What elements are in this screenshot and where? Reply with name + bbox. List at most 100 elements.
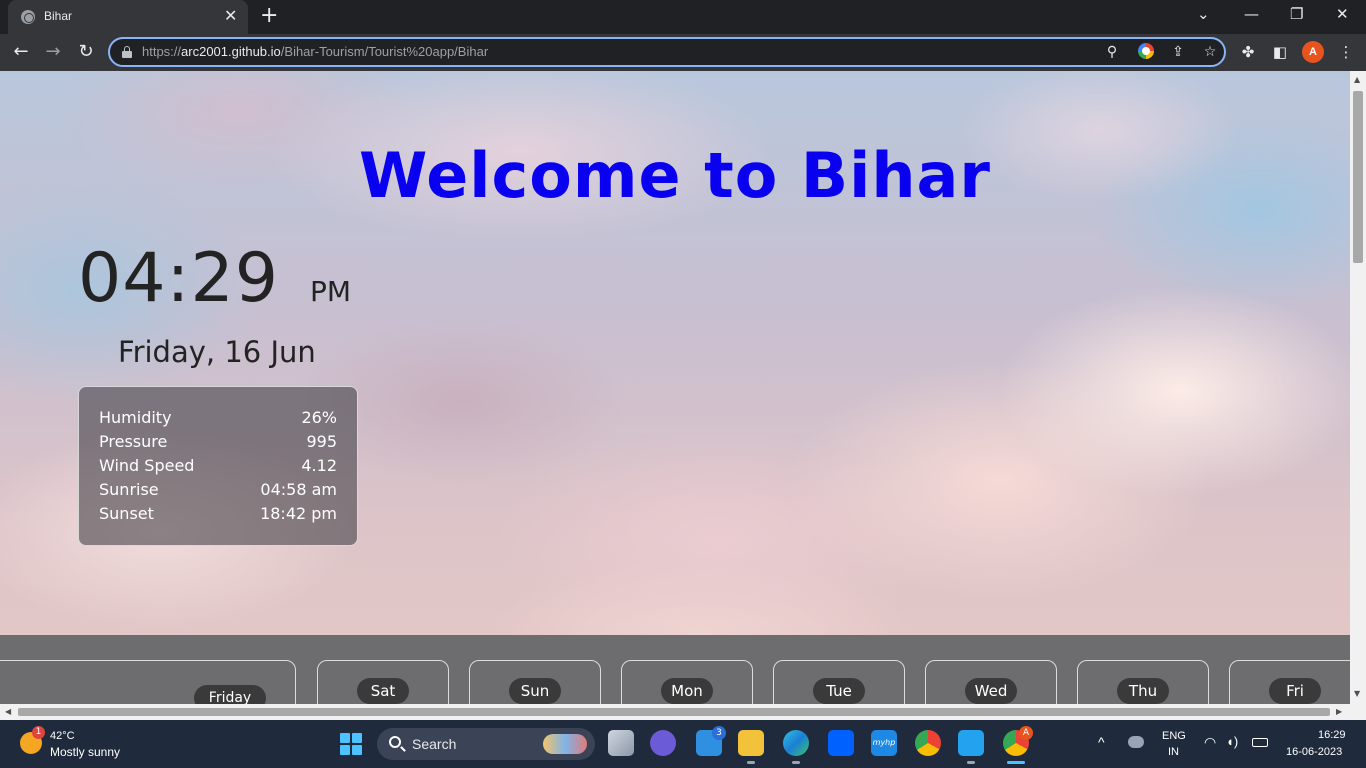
- forecast-day-label: Sat: [357, 678, 409, 704]
- location-icon[interactable]: ⚲: [1102, 42, 1122, 62]
- page-viewport: Welcome to Bihar 04:29 PM Friday, 16 Jun…: [0, 71, 1350, 704]
- battery-icon[interactable]: [1252, 738, 1268, 747]
- taskbar-search[interactable]: Search: [377, 728, 595, 760]
- tab-bihar[interactable]: Bihar ✕: [8, 0, 248, 34]
- forecast-card[interactable]: Tue: [773, 660, 905, 704]
- forecast-day-label: Friday: [194, 685, 266, 704]
- tab-strip: Bihar ✕ + ⌄ — ❐ ✕: [0, 0, 1366, 34]
- chat-icon[interactable]: [650, 730, 676, 756]
- volume-icon[interactable]: ◖): [1226, 734, 1238, 749]
- browser-toolbar: ← → ↻ https://arc2001.github.io/Bihar-To…: [0, 34, 1366, 71]
- wifi-icon[interactable]: ◠: [1204, 734, 1216, 751]
- weather-label: Wind Speed: [99, 456, 195, 475]
- profile-avatar[interactable]: A: [1302, 41, 1324, 63]
- chrome-profile-icon[interactable]: A: [1003, 726, 1033, 764]
- weather-value: 995: [306, 432, 337, 451]
- forward-icon[interactable]: →: [42, 41, 64, 63]
- close-window-icon[interactable]: ✕: [1336, 4, 1349, 24]
- dropbox-icon[interactable]: [828, 730, 854, 756]
- forecast-strip: Friday Sat Sun Mon Tue Wed Thu Fri: [0, 635, 1350, 704]
- side-panel-icon[interactable]: ◧: [1270, 42, 1290, 62]
- chrome-profile-badge: A: [1019, 726, 1033, 740]
- scroll-right-icon[interactable]: ▶: [1336, 707, 1342, 716]
- weather-value: 18:42 pm: [260, 504, 337, 523]
- horizontal-scrollbar[interactable]: ◀ ▶: [0, 704, 1366, 720]
- myhp-icon[interactable]: myhp: [871, 730, 897, 756]
- file-explorer-icon[interactable]: [738, 730, 764, 764]
- forecast-day-label: Thu: [1117, 678, 1169, 704]
- weather-row-sunset: Sunset 18:42 pm: [99, 503, 337, 527]
- weather-value: 4.12: [301, 456, 337, 475]
- scroll-down-icon[interactable]: ▼: [1354, 689, 1360, 698]
- weather-details-card: Humidity 26% Pressure 995 Wind Speed 4.1…: [78, 386, 358, 546]
- mail-badge: 3: [712, 726, 726, 740]
- close-tab-icon[interactable]: ✕: [224, 7, 237, 25]
- show-hidden-icons[interactable]: ^: [1098, 734, 1105, 750]
- taskbar-temperature: 42°C: [50, 730, 75, 742]
- forecast-card[interactable]: Fri: [1229, 660, 1350, 704]
- share-icon[interactable]: ⇪: [1168, 42, 1188, 62]
- vertical-scroll-thumb[interactable]: [1353, 91, 1363, 263]
- horizontal-scroll-thumb[interactable]: [18, 708, 1330, 716]
- clock-ampm: PM: [310, 275, 352, 308]
- globe-icon: [21, 10, 35, 24]
- search-highlight-icon: [543, 734, 587, 754]
- forecast-card[interactable]: Sun: [469, 660, 601, 704]
- weather-row-wind-speed: Wind Speed 4.12: [99, 455, 337, 479]
- taskbar-clock-time[interactable]: 16:29: [1318, 729, 1346, 741]
- search-label: Search: [412, 736, 457, 752]
- scroll-up-icon[interactable]: ▲: [1354, 75, 1360, 84]
- language-indicator[interactable]: ENG: [1162, 730, 1186, 742]
- taskbar-clock-date[interactable]: 16-06-2023: [1286, 746, 1342, 758]
- forecast-card[interactable]: Thu: [1077, 660, 1209, 704]
- weather-value: 04:58 am: [260, 480, 337, 499]
- clock-time: 04:29: [78, 239, 279, 318]
- extensions-icon[interactable]: ✤: [1238, 42, 1258, 62]
- weather-row-sunrise: Sunrise 04:58 am: [99, 479, 337, 503]
- google-icon[interactable]: [1138, 43, 1154, 59]
- notification-badge: 1: [32, 726, 45, 739]
- forecast-card[interactable]: Wed: [925, 660, 1057, 704]
- weather-row-pressure: Pressure 995: [99, 431, 337, 455]
- onedrive-icon[interactable]: [1128, 736, 1144, 748]
- weather-value: 26%: [301, 408, 337, 427]
- taskbar: 1 42°C Mostly sunny Search 3 myhp A ^ EN…: [0, 720, 1366, 768]
- url-text[interactable]: https://arc2001.github.io/Bihar-Tourism/…: [142, 44, 488, 59]
- scroll-left-icon[interactable]: ◀: [5, 707, 11, 716]
- reload-icon[interactable]: ↻: [75, 41, 97, 63]
- edge-icon[interactable]: [783, 730, 809, 764]
- current-date: Friday, 16 Jun: [118, 335, 316, 369]
- weather-label: Sunset: [99, 504, 154, 523]
- forecast-card[interactable]: Mon: [621, 660, 753, 704]
- vertical-scrollbar[interactable]: ▲ ▼: [1350, 71, 1366, 704]
- menu-icon[interactable]: ⋮: [1336, 42, 1356, 62]
- forecast-card[interactable]: Sat: [317, 660, 449, 704]
- forecast-day-label: Wed: [965, 678, 1017, 704]
- forecast-day-label: Sun: [509, 678, 561, 704]
- start-button[interactable]: [340, 733, 362, 755]
- region-indicator[interactable]: IN: [1168, 746, 1179, 758]
- restore-icon[interactable]: ❐: [1290, 4, 1303, 24]
- weather-label: Pressure: [99, 432, 168, 451]
- forecast-day-label: Tue: [813, 678, 865, 704]
- star-icon[interactable]: ☆: [1200, 42, 1220, 62]
- lock-icon[interactable]: [122, 46, 132, 58]
- address-bar[interactable]: https://arc2001.github.io/Bihar-Tourism/…: [108, 37, 1226, 67]
- taskbar-condition: Mostly sunny: [50, 745, 121, 759]
- new-tab-button[interactable]: +: [260, 5, 278, 27]
- minimize-icon[interactable]: —: [1244, 4, 1259, 24]
- tab-title: Bihar: [44, 9, 73, 23]
- tab-search-icon[interactable]: ⌄: [1197, 4, 1210, 24]
- mail-icon[interactable]: 3: [696, 726, 726, 756]
- forecast-day-label: Mon: [661, 678, 713, 704]
- forecast-day-label: Fri: [1269, 678, 1321, 704]
- task-view-icon[interactable]: [608, 730, 634, 756]
- weather-label: Sunrise: [99, 480, 159, 499]
- vscode-icon[interactable]: [958, 730, 984, 764]
- chrome-icon[interactable]: [915, 730, 941, 756]
- weather-label: Humidity: [99, 408, 172, 427]
- forecast-card-today[interactable]: Friday: [0, 660, 296, 704]
- back-icon[interactable]: ←: [10, 41, 32, 63]
- page-title: Welcome to Bihar: [359, 139, 991, 212]
- weather-row-humidity: Humidity 26%: [99, 407, 337, 431]
